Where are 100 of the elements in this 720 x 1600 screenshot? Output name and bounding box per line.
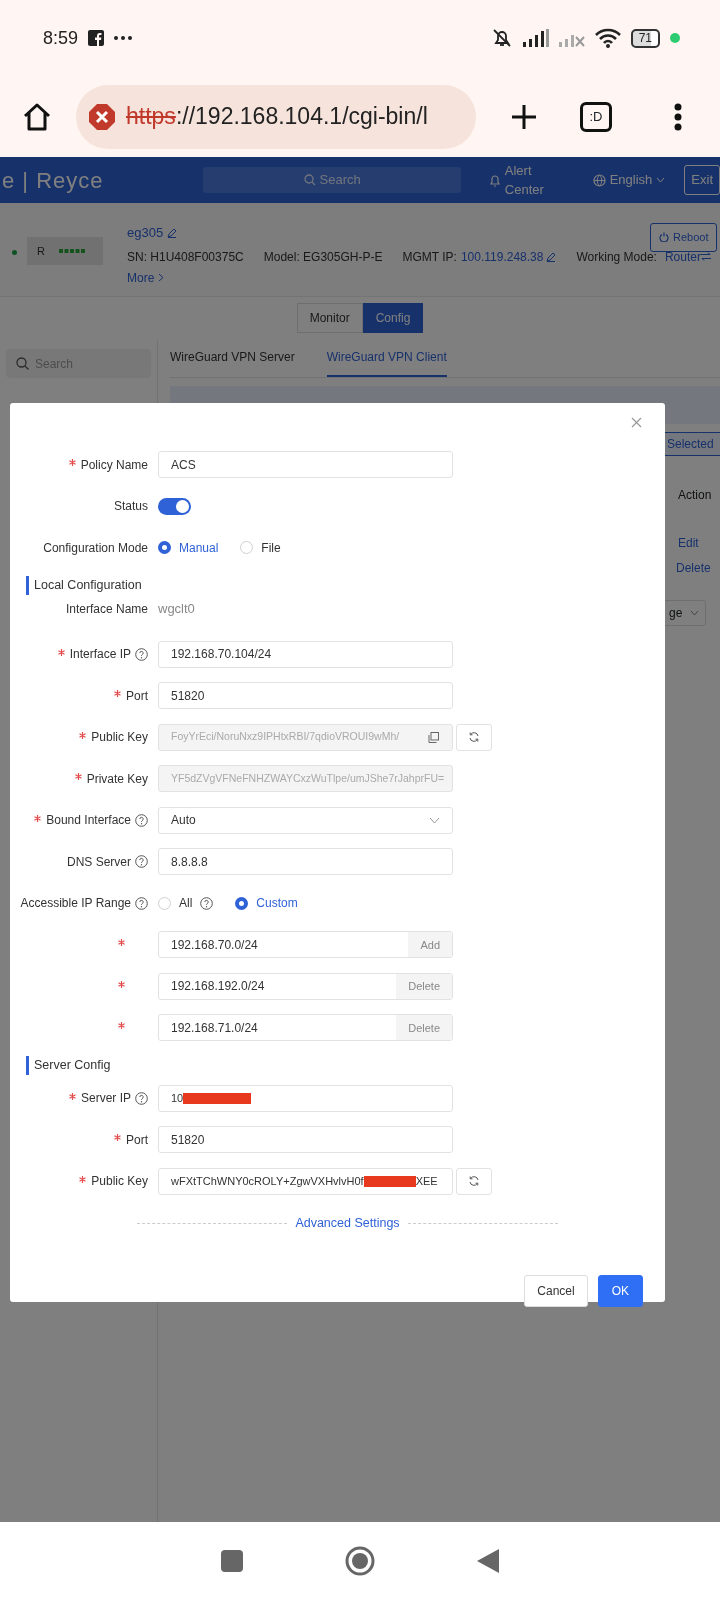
clock-time: 8:59 xyxy=(43,26,79,50)
input-field[interactable]: 192.168.70.0/24 Add xyxy=(158,931,453,959)
chevron-right-icon xyxy=(158,273,165,282)
refresh-icon xyxy=(468,1175,480,1188)
signal-icon xyxy=(522,29,549,47)
back-icon[interactable] xyxy=(477,1549,499,1573)
online-dot-icon xyxy=(12,250,17,255)
toggle-switch[interactable] xyxy=(158,497,191,515)
select-field[interactable]: Auto xyxy=(158,806,453,834)
input-field[interactable]: 192.168.71.0/24 Delete xyxy=(158,1014,453,1042)
wifi-icon xyxy=(594,28,621,48)
warning-icon xyxy=(88,102,116,131)
vpn-tab[interactable]: WireGuard VPN Server xyxy=(170,340,295,377)
swap-icon[interactable] xyxy=(700,252,711,261)
field-value: wFXtTChWNY0cROLY+ZgwVXHvlvH0f xyxy=(171,1174,364,1189)
radio-button[interactable] xyxy=(158,541,171,555)
ok-button[interactable]: OK xyxy=(597,1275,643,1307)
input-field[interactable]: 8.8.8.8 xyxy=(158,848,453,876)
field-label: Private Key xyxy=(86,770,148,788)
input-field[interactable]: 192.168.192.0/24 Delete xyxy=(158,972,453,1000)
chevron-down-icon xyxy=(690,610,700,616)
mode-tab[interactable]: Config xyxy=(362,303,424,333)
field-label: Accessible IP Range xyxy=(20,895,131,913)
brand-logo: e | Reyce xyxy=(1,166,105,195)
radio-label[interactable]: Custom xyxy=(256,894,298,913)
language-select[interactable]: English xyxy=(609,170,653,190)
radio-label[interactable]: File xyxy=(261,538,281,557)
menu-icon[interactable] xyxy=(674,102,682,131)
field-label: Server IP xyxy=(81,1090,131,1108)
globe-icon xyxy=(592,173,606,187)
input-field[interactable]: 51820 xyxy=(158,1126,453,1154)
field-label: Policy Name xyxy=(80,456,148,474)
field-value: wgclt0 xyxy=(158,599,195,618)
radio-label[interactable]: All xyxy=(179,894,193,913)
input-field[interactable]: wFXtTChWNY0cROLY+ZgwVXHvlvH0f XEE xyxy=(158,1167,453,1195)
model-text: Model: EG305GH-P-E xyxy=(263,248,383,266)
radio-label[interactable]: Manual xyxy=(179,538,219,557)
more-link[interactable]: More xyxy=(127,268,155,287)
close-icon[interactable] xyxy=(631,417,642,428)
reboot-button[interactable]: Reboot xyxy=(650,223,718,252)
mgmt-ip-link[interactable]: 100.119.248.38 xyxy=(460,247,544,266)
field-label: Interface IP xyxy=(69,646,131,664)
mode-tab[interactable]: Monitor xyxy=(296,303,363,333)
home-button-icon[interactable] xyxy=(345,1546,375,1576)
edit-link[interactable]: Edit xyxy=(678,534,699,552)
status-dot-icon xyxy=(670,33,680,43)
battery-indicator: 71 xyxy=(630,28,660,48)
alert-center-link[interactable]: Alert Center xyxy=(504,160,573,200)
new-tab-icon[interactable] xyxy=(510,102,538,131)
vpn-tab[interactable]: WireGuard VPN Client xyxy=(326,340,447,377)
field-label: Bound Interface xyxy=(46,812,131,830)
url-text: https://192.168.104.1/cgi-bin/l xyxy=(126,102,428,132)
search-field[interactable]: Search xyxy=(203,167,461,193)
table-header: Action xyxy=(678,487,712,504)
refresh-icon xyxy=(468,731,480,744)
radio-button[interactable] xyxy=(235,896,249,910)
input-field[interactable]: ACS xyxy=(158,451,453,479)
power-icon xyxy=(659,232,669,243)
input-field[interactable]: 192.168.70.104/24 xyxy=(158,640,453,668)
serial-number: SN: H1U408F00375C xyxy=(127,248,244,266)
port-leds-icon xyxy=(58,249,85,253)
chevron-down-icon xyxy=(656,177,666,183)
edit-icon[interactable] xyxy=(167,227,178,238)
field-label: DNS Server xyxy=(67,853,131,871)
advanced-settings-link[interactable]: Advanced Settings xyxy=(295,1214,400,1233)
recent-apps-icon[interactable] xyxy=(221,1550,243,1572)
search-icon xyxy=(16,357,29,370)
chevron-down-icon xyxy=(429,816,440,824)
cancel-button[interactable]: Cancel xyxy=(524,1275,588,1307)
page-size-select[interactable]: ge xyxy=(662,600,707,626)
input-field[interactable]: 51820 xyxy=(158,682,453,710)
field-action-button[interactable]: Delete xyxy=(396,1015,452,1041)
field-value: 10 xyxy=(171,1091,184,1106)
field-label: Port xyxy=(126,687,148,705)
exit-button[interactable]: Exit xyxy=(684,165,720,195)
field-label: Public Key xyxy=(91,1173,148,1191)
field-label: Public Key xyxy=(91,729,148,747)
field-label: Status xyxy=(113,498,148,516)
address-bar[interactable]: https://192.168.104.1/cgi-bin/l xyxy=(76,84,476,149)
field-label: Port xyxy=(126,1131,148,1149)
home-icon[interactable] xyxy=(22,101,52,132)
muted-bell-icon xyxy=(490,27,513,49)
mgmt-ip-label: MGMT IP: xyxy=(402,248,457,266)
more-icon xyxy=(114,36,133,40)
field-action-button[interactable]: Delete xyxy=(396,973,452,999)
field-value: XEE xyxy=(415,1174,438,1189)
bell-icon xyxy=(488,173,501,187)
device-name-link[interactable]: eg305 xyxy=(127,223,164,243)
input-field[interactable]: 10 xyxy=(158,1084,453,1112)
device-image: R xyxy=(27,237,103,265)
section-title: Local Configuration xyxy=(26,576,142,595)
search-icon xyxy=(303,174,316,186)
field-label: Configuration Mode xyxy=(43,539,148,557)
facebook-icon xyxy=(88,30,105,46)
delete-link[interactable]: Delete xyxy=(676,559,711,577)
field-action-button[interactable]: Add xyxy=(408,932,452,958)
tab-switcher[interactable]: :D xyxy=(580,101,612,132)
edit-icon[interactable] xyxy=(546,251,557,262)
section-title: Server Config xyxy=(26,1056,111,1075)
field-label: Interface Name xyxy=(65,600,148,618)
